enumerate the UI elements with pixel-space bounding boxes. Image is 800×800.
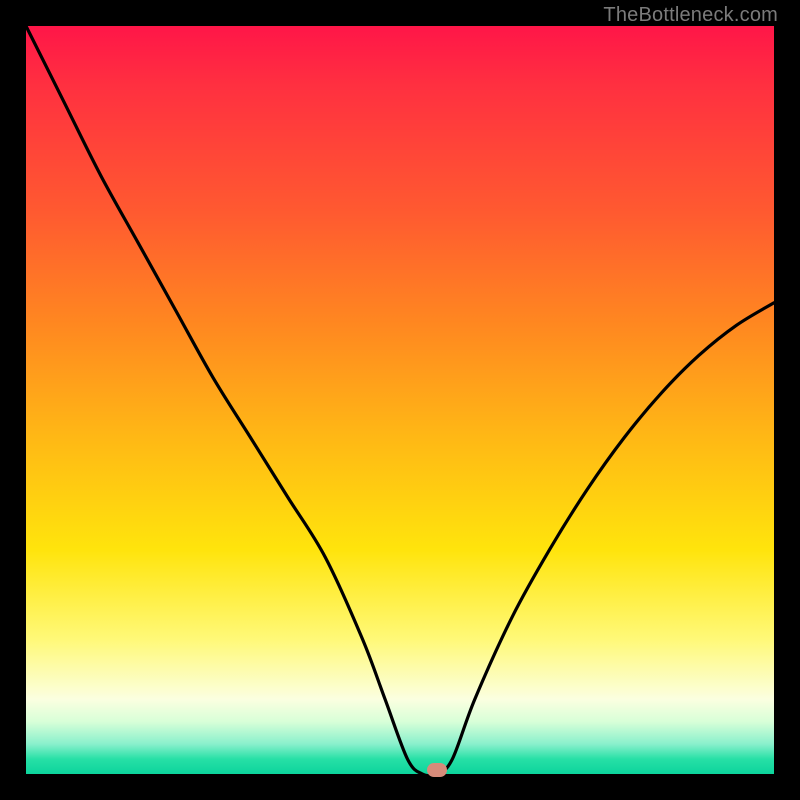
optimal-marker bbox=[427, 763, 447, 777]
plot-area bbox=[26, 26, 774, 774]
chart-stage: TheBottleneck.com bbox=[0, 0, 800, 800]
curve-svg bbox=[26, 26, 774, 774]
bottleneck-curve bbox=[26, 26, 774, 774]
watermark-text: TheBottleneck.com bbox=[603, 4, 778, 27]
